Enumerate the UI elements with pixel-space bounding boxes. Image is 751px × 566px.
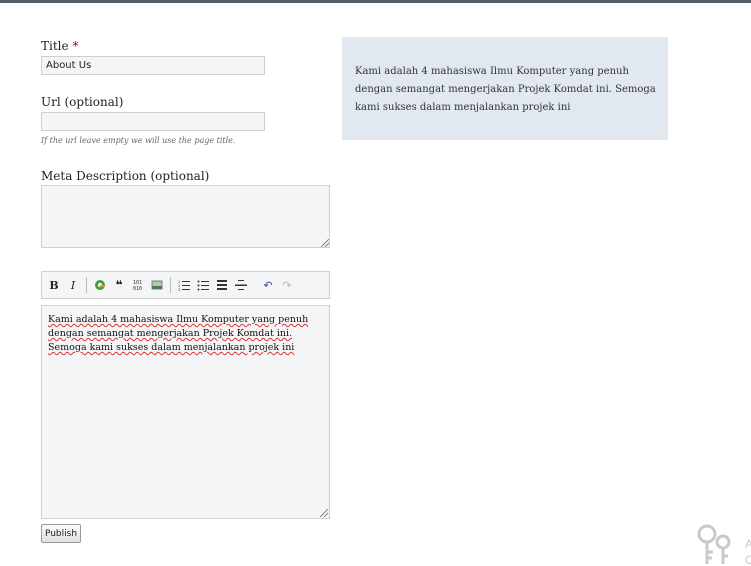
- title-label-text: Title: [41, 39, 69, 53]
- preview-content: Kami adalah 4 mahasiswa Ilmu Komputer ya…: [355, 66, 656, 113]
- top-bar: [0, 0, 751, 3]
- meta-description-label: Meta Description (optional): [41, 169, 210, 183]
- svg-text:A: A: [745, 537, 751, 551]
- numbered-list-icon: 123: [178, 280, 190, 291]
- svg-text:010: 010: [133, 286, 142, 291]
- keys-icon: A C: [697, 524, 751, 566]
- svg-text:3: 3: [178, 288, 180, 291]
- heading-icon: [217, 280, 227, 290]
- resize-grip-icon[interactable]: [321, 239, 329, 247]
- editor-toolbar: B I ❝ 101 010 123 ↶ ↷: [41, 271, 330, 299]
- publish-button[interactable]: Publish: [41, 524, 81, 543]
- title-label: Title *: [41, 39, 78, 53]
- bold-button[interactable]: B: [46, 277, 62, 293]
- url-hint: If the url leave empty we will use the p…: [41, 136, 236, 145]
- title-input[interactable]: [41, 56, 265, 75]
- code-button[interactable]: 101 010: [130, 277, 146, 293]
- toolbar-separator: [170, 277, 171, 293]
- bulleted-list-icon: [197, 280, 209, 291]
- toolbar-separator: [86, 277, 87, 293]
- meta-description-textarea[interactable]: [41, 185, 330, 248]
- redo-button[interactable]: ↷: [279, 277, 295, 293]
- horizontal-rule-icon: [235, 280, 247, 290]
- link-icon: [95, 280, 105, 290]
- svg-text:C: C: [745, 553, 751, 566]
- required-mark: *: [72, 39, 79, 53]
- url-input[interactable]: [41, 112, 265, 131]
- meta-description-wrapper: [41, 185, 330, 248]
- numbered-list-button[interactable]: 123: [176, 277, 192, 293]
- url-label: Url (optional): [41, 95, 124, 109]
- blockquote-button[interactable]: ❝: [111, 277, 127, 293]
- editor-content[interactable]: Kami adalah 4 mahasiswa Ilmu Komputer ya…: [48, 313, 326, 355]
- italic-button[interactable]: I: [65, 277, 81, 293]
- link-button[interactable]: [92, 277, 108, 293]
- undo-button[interactable]: ↶: [260, 277, 276, 293]
- bulleted-list-button[interactable]: [195, 277, 211, 293]
- resize-grip-icon[interactable]: [320, 509, 328, 517]
- preview-panel: Kami adalah 4 mahasiswa Ilmu Komputer ya…: [342, 37, 668, 140]
- content-editor[interactable]: Kami adalah 4 mahasiswa Ilmu Komputer ya…: [41, 305, 330, 519]
- heading-button[interactable]: [214, 277, 230, 293]
- image-button[interactable]: [149, 277, 165, 293]
- code-icon: 101 010: [133, 280, 142, 291]
- image-icon: [151, 280, 163, 290]
- horizontal-rule-button[interactable]: [233, 277, 249, 293]
